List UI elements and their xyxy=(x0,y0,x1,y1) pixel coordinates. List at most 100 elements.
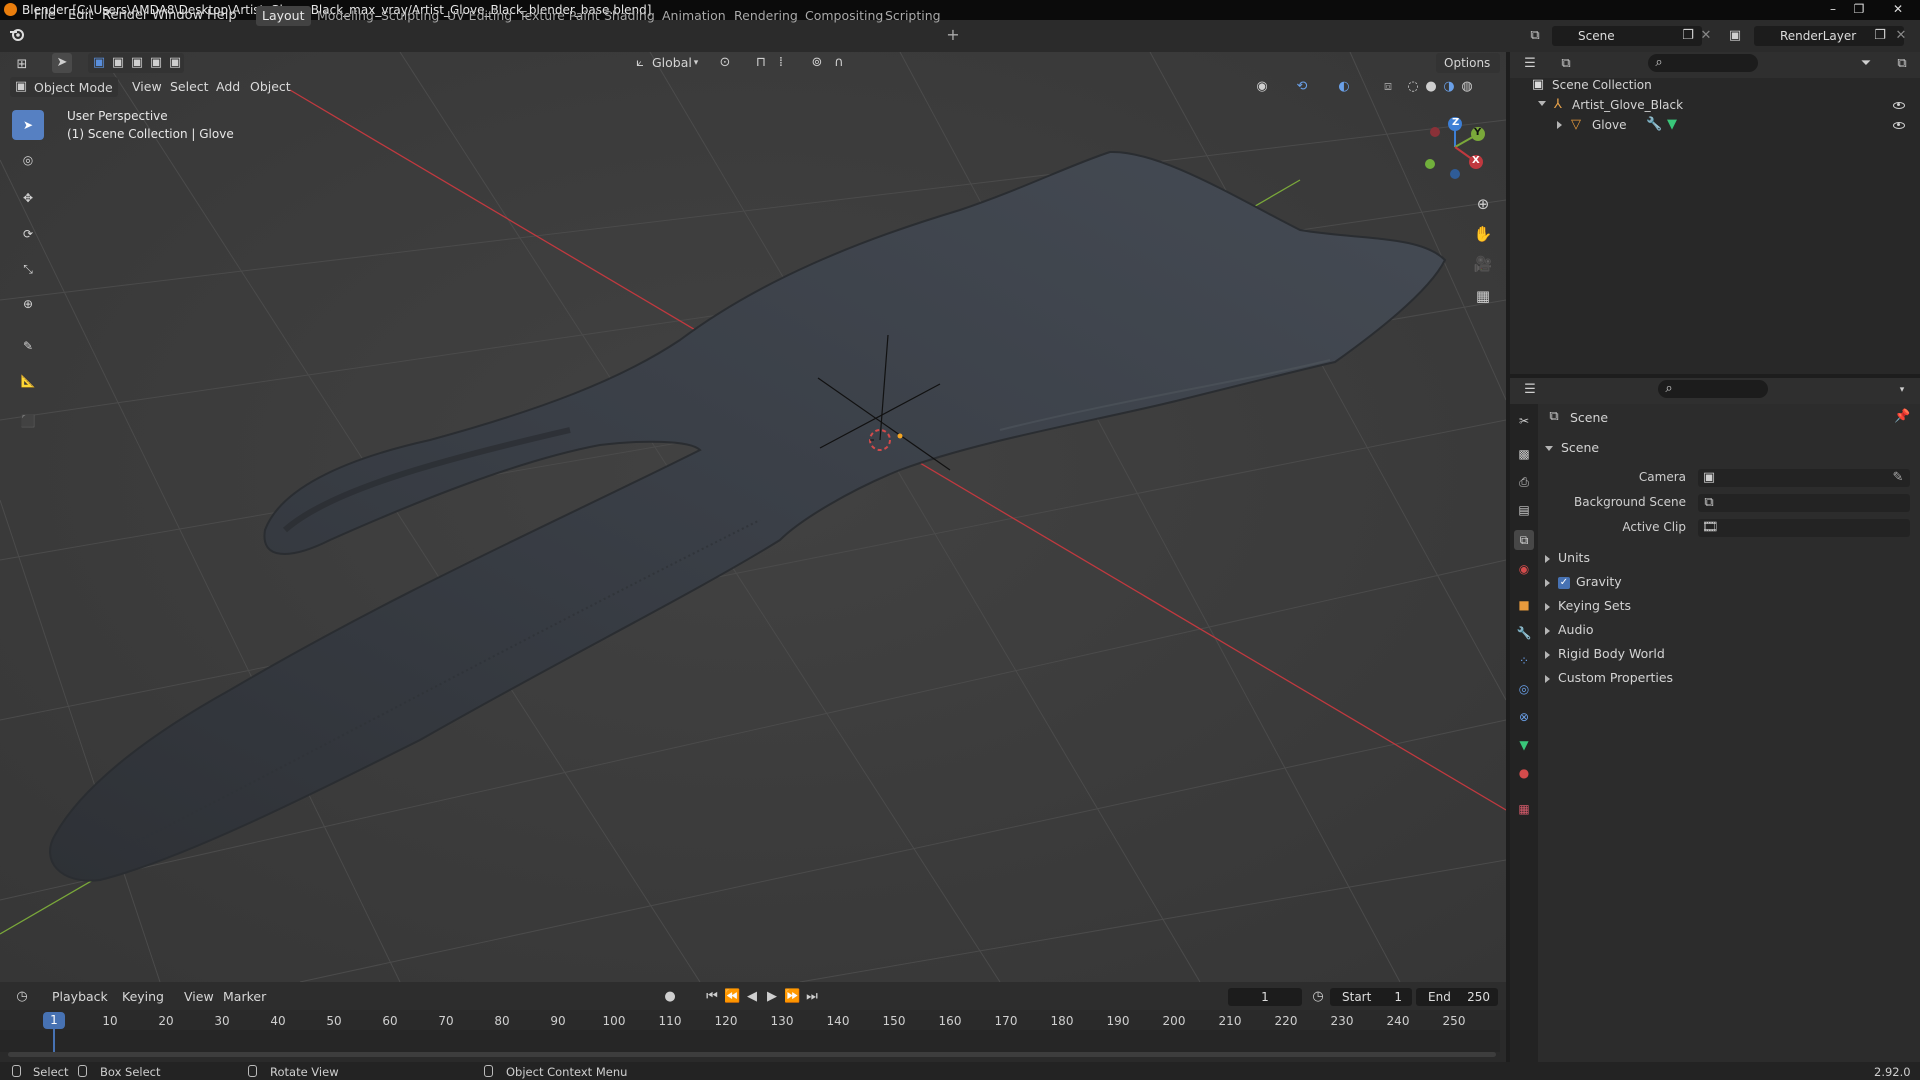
new-collection-icon[interactable]: ⧉ xyxy=(1892,56,1912,72)
shading-wireframe-icon[interactable]: ◌ xyxy=(1404,79,1422,95)
new-scene-icon[interactable]: ❐ xyxy=(1680,28,1696,44)
tab-texture[interactable]: ▦ xyxy=(1514,799,1534,819)
select-intersect-icon[interactable]: ▣ xyxy=(147,55,165,71)
falloff-icon[interactable]: ∩ xyxy=(830,55,848,71)
editor-type-icon[interactable]: ⊞ xyxy=(12,57,32,73)
tab-texture-paint[interactable]: Texture Paint xyxy=(513,6,606,26)
tab-compositing[interactable]: Compositing xyxy=(799,6,889,26)
preview-range-icon[interactable]: ◷ xyxy=(1310,989,1326,1005)
timeline-menu-marker[interactable]: Marker xyxy=(223,989,266,1004)
viewport-menu-select[interactable]: Select xyxy=(170,79,209,94)
visibility-eye-icon[interactable] xyxy=(1893,122,1905,129)
tab-material[interactable]: ● xyxy=(1514,763,1534,783)
panel-gravity[interactable]: ✓ Gravity xyxy=(1545,574,1622,589)
tab-sculpting[interactable]: Sculpting xyxy=(375,6,445,26)
menu-help[interactable]: Help xyxy=(207,8,237,23)
jump-start-icon[interactable]: ⏮ xyxy=(704,989,720,1005)
overlays-toggle-icon[interactable]: ◐ xyxy=(1334,79,1354,95)
next-keyframe-icon[interactable]: ⏩ xyxy=(784,989,800,1005)
viewport-menu-view[interactable]: View xyxy=(132,79,162,94)
snap-increment-icon[interactable]: ⁞ xyxy=(772,55,790,71)
menu-edit[interactable]: Edit xyxy=(68,8,93,23)
tool-add-cube[interactable]: ⬛ xyxy=(12,406,44,436)
xray-toggle-icon[interactable]: ⧈ xyxy=(1378,79,1398,95)
active-clip-field[interactable]: 🎞 xyxy=(1698,519,1910,537)
jump-end-icon[interactable]: ⏭ xyxy=(804,989,820,1005)
timeline-scrollbar[interactable] xyxy=(8,1052,1496,1057)
pan-hand-icon[interactable]: ✋ xyxy=(1472,226,1494,242)
transform-orientation-select[interactable]: Global xyxy=(652,55,692,70)
timeline-menu-view[interactable]: View xyxy=(184,989,214,1004)
panel-scene-header[interactable]: Scene xyxy=(1545,440,1599,455)
expand-toggle-icon[interactable] xyxy=(1557,121,1562,129)
panel-rigid-body-world[interactable]: Rigid Body World xyxy=(1545,646,1665,661)
background-scene-field[interactable]: ⧉ xyxy=(1698,494,1910,512)
tab-physics[interactable]: ◎ xyxy=(1514,679,1534,699)
eyedropper-icon[interactable]: ✎ xyxy=(1890,470,1906,486)
menu-file[interactable]: File xyxy=(34,8,56,23)
delete-view-layer-icon[interactable]: ✕ xyxy=(1893,28,1909,44)
outliner-item-artist-glove-black[interactable]: ⅄ Artist_Glove_Black xyxy=(1510,95,1920,115)
zoom-icon[interactable]: ⊕ xyxy=(1472,196,1494,212)
camera-view-icon[interactable]: 🎥 xyxy=(1472,256,1494,272)
tool-scale[interactable]: ⤡ xyxy=(12,254,44,284)
3d-viewport[interactable] xyxy=(0,52,1506,982)
viewport-menu-object[interactable]: Object xyxy=(250,79,291,94)
filter-icon[interactable]: ⏷ xyxy=(1856,56,1876,72)
minimize-button[interactable]: – xyxy=(1820,0,1846,20)
panel-units[interactable]: Units xyxy=(1545,550,1590,565)
tab-particles[interactable]: ⁘ xyxy=(1514,651,1534,671)
outliner-scene-collection[interactable]: ▣ Scene Collection xyxy=(1510,75,1920,95)
tab-scripting[interactable]: Scripting xyxy=(879,6,947,26)
select-extend-icon[interactable]: ▣ xyxy=(109,55,127,71)
tab-tool[interactable]: ✂ xyxy=(1514,411,1534,431)
shading-rendered-icon[interactable]: ◍ xyxy=(1458,79,1476,95)
tool-move[interactable]: ✥ xyxy=(12,183,44,213)
tool-annotate[interactable]: ✎ xyxy=(12,331,44,361)
select-subtract-icon[interactable]: ▣ xyxy=(128,55,146,71)
tab-object[interactable]: ■ xyxy=(1514,595,1534,615)
expand-toggle-icon[interactable] xyxy=(1538,101,1546,106)
play-reverse-icon[interactable]: ◀ xyxy=(744,989,760,1005)
chevron-down-icon[interactable]: ▾ xyxy=(1894,382,1910,398)
outliner-editor-type-icon[interactable]: ☰ xyxy=(1520,56,1540,72)
tool-measure[interactable]: 📐 xyxy=(12,366,44,396)
timeline-menu-keying[interactable]: Keying xyxy=(122,989,164,1004)
gizmo-toggle-icon[interactable]: ⟲ xyxy=(1292,79,1312,95)
panel-audio[interactable]: Audio xyxy=(1545,622,1594,637)
tab-layout[interactable]: Layout xyxy=(256,6,311,26)
visibility-eye-icon[interactable] xyxy=(1893,102,1905,109)
camera-field[interactable]: ▣ ✎ xyxy=(1698,469,1910,487)
timeline-menu-playback[interactable]: Playback xyxy=(52,989,108,1004)
tab-modeling[interactable]: Modeling xyxy=(311,6,380,26)
delete-scene-icon[interactable]: ✕ xyxy=(1698,28,1714,44)
tool-cursor[interactable]: ◎ xyxy=(12,145,44,175)
tab-constraints[interactable]: ⊗ xyxy=(1514,707,1534,727)
tool-transform[interactable]: ⊕ xyxy=(12,289,44,319)
tab-modifiers[interactable]: 🔧 xyxy=(1514,623,1534,643)
blender-menu-icon[interactable] xyxy=(8,27,26,46)
gravity-checkbox[interactable]: ✓ xyxy=(1558,576,1570,589)
panel-keying-sets[interactable]: Keying Sets xyxy=(1545,598,1631,613)
tab-render[interactable]: ▩ xyxy=(1514,444,1534,464)
tab-world[interactable]: ◉ xyxy=(1514,559,1534,579)
viewport-menu-add[interactable]: Add xyxy=(216,79,240,94)
maximize-button[interactable]: ❐ xyxy=(1846,0,1872,20)
timeline-track[interactable] xyxy=(0,1030,1500,1052)
visibility-filter-icon[interactable]: ◉ xyxy=(1252,79,1272,95)
menu-window[interactable]: Window xyxy=(152,8,203,23)
tool-select-box[interactable]: ➤ xyxy=(12,110,44,140)
add-workspace-icon[interactable]: + xyxy=(945,27,961,43)
tab-rendering[interactable]: Rendering xyxy=(728,6,804,26)
outliner-item-glove[interactable]: ▽ Glove 🔧 ▼ xyxy=(1510,115,1920,135)
ortho-toggle-icon[interactable]: ▦ xyxy=(1472,288,1494,304)
new-view-layer-icon[interactable]: ❐ xyxy=(1872,28,1888,44)
play-icon[interactable]: ▶ xyxy=(764,989,780,1005)
snap-icon[interactable]: ⊓ xyxy=(752,55,770,71)
prev-keyframe-icon[interactable]: ⏪ xyxy=(724,989,740,1005)
pin-icon[interactable]: 📌 xyxy=(1894,409,1910,425)
proportional-editing-icon[interactable]: ⊚ xyxy=(808,55,826,71)
panel-custom-properties[interactable]: Custom Properties xyxy=(1545,670,1673,685)
menu-render[interactable]: Render xyxy=(102,8,148,23)
tab-shading[interactable]: Shading xyxy=(598,6,661,26)
